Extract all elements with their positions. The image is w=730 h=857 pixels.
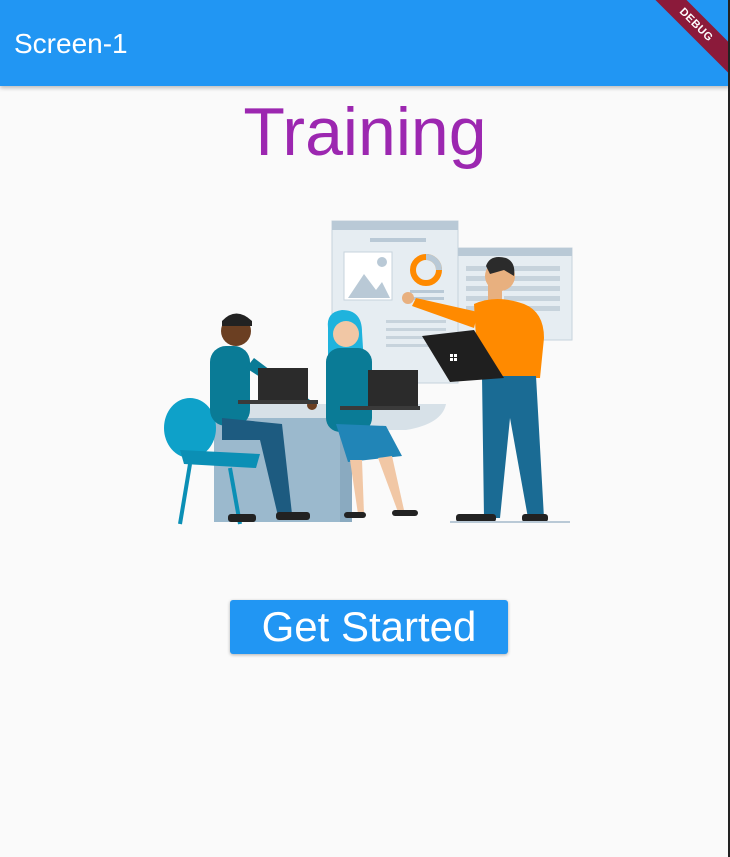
team-training-illustration <box>164 220 573 525</box>
app-bar-title: Screen-1 <box>14 28 128 59</box>
app-bar: Screen-1 DEBUG <box>0 0 730 86</box>
get-started-button[interactable]: Get Started <box>230 600 508 654</box>
page-title: Training <box>243 94 487 170</box>
debug-banner: DEBUG <box>638 0 730 83</box>
